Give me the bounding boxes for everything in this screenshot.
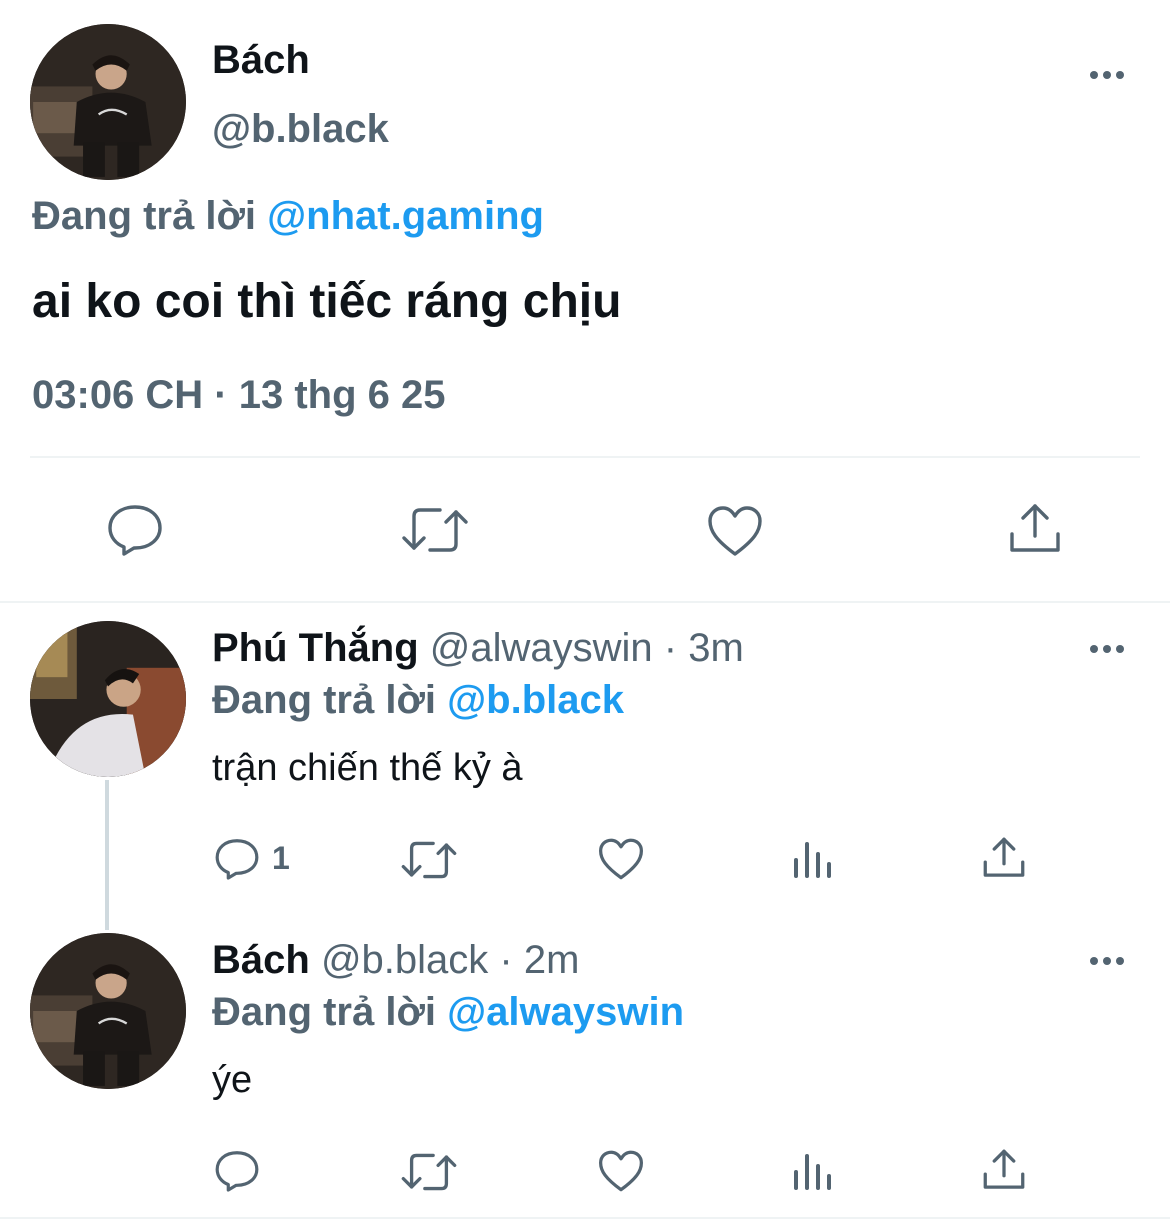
views-icon[interactable] [792, 1152, 834, 1192]
replying-to-link[interactable]: @b.black [447, 678, 624, 722]
like-icon[interactable] [597, 837, 645, 881]
author-handle[interactable]: @b.black [321, 938, 488, 982]
avatar-photo [30, 933, 186, 1089]
reply-count: 1 [272, 840, 290, 876]
more-options-icon[interactable] [1090, 957, 1124, 965]
reply-header: Phú Thắng @alwayswin · 3m [212, 626, 744, 671]
tweet-text: ai ko coi thì tiếc ráng chịu [32, 275, 622, 328]
more-options-icon[interactable] [1090, 645, 1124, 653]
retweet-icon[interactable] [400, 504, 470, 556]
reply-text: ýe [212, 1059, 253, 1101]
reply-icon[interactable] [214, 1149, 260, 1193]
avatar-photo [30, 621, 186, 777]
replying-to: Đang trả lời @alwayswin [212, 990, 684, 1035]
share-icon[interactable] [1008, 502, 1062, 556]
avatar[interactable] [30, 24, 186, 180]
avatar-photo [30, 24, 186, 180]
replying-prefix: Đang trả lời [32, 194, 257, 238]
section-divider [0, 1217, 1170, 1219]
author-name[interactable]: Bách [212, 38, 310, 83]
author-name[interactable]: Bách [212, 938, 310, 982]
views-icon[interactable] [792, 840, 834, 880]
thread-line [105, 780, 109, 930]
replying-prefix: Đang trả lời [212, 678, 437, 722]
replying-to: Đang trả lời @b.black [212, 678, 624, 723]
reply-text: trận chiến thế kỷ à [212, 747, 523, 789]
author-handle[interactable]: @b.black [212, 107, 389, 152]
retweet-icon[interactable] [400, 838, 458, 882]
share-icon[interactable] [982, 1148, 1026, 1192]
reply-time[interactable]: · 3m [664, 626, 744, 670]
replying-to-link[interactable]: @alwayswin [447, 990, 684, 1034]
reply-icon[interactable] [106, 503, 164, 557]
author-name[interactable]: Phú Thắng [212, 626, 419, 670]
avatar[interactable] [30, 621, 186, 777]
divider [30, 456, 1140, 458]
like-icon[interactable] [597, 1149, 645, 1193]
like-icon[interactable] [706, 504, 764, 558]
replying-to-link[interactable]: @nhat.gaming [267, 194, 544, 238]
replying-prefix: Đang trả lời [212, 990, 437, 1034]
section-divider [0, 601, 1170, 603]
replying-to: Đang trả lời @nhat.gaming [32, 194, 544, 239]
reply-time[interactable]: · 2m [499, 938, 579, 982]
reply-header: Bách @b.black · 2m [212, 938, 579, 983]
reply-icon[interactable] [214, 837, 260, 881]
avatar[interactable] [30, 933, 186, 1089]
share-icon[interactable] [982, 836, 1026, 880]
author-handle[interactable]: @alwayswin [430, 626, 653, 670]
retweet-icon[interactable] [400, 1150, 458, 1194]
more-options-icon[interactable] [1090, 71, 1124, 79]
tweet-timestamp[interactable]: 03:06 CH · 13 thg 6 25 [32, 373, 446, 418]
